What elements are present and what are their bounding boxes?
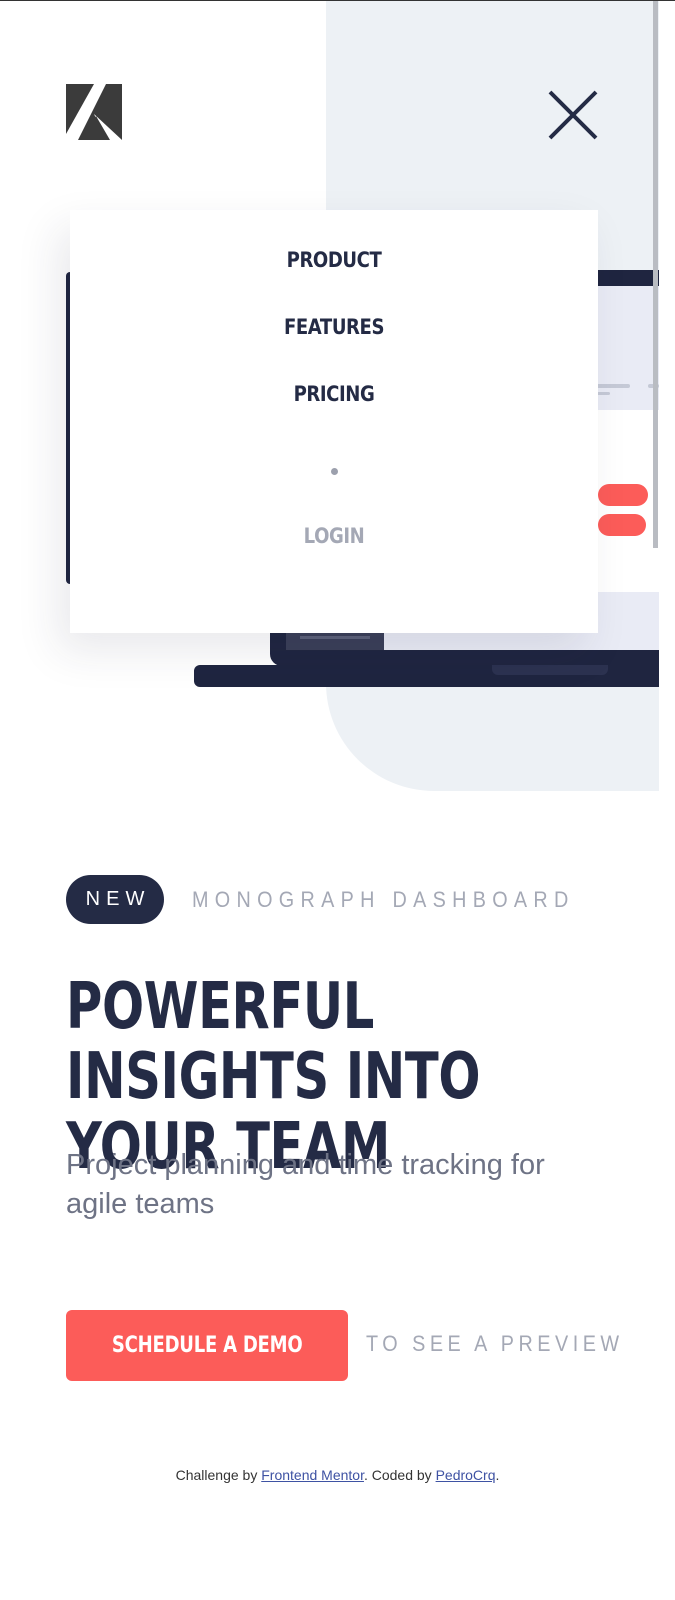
subheadline: Project planning and time tracking for a…	[66, 1149, 545, 1220]
product-tag: MONOGRAPH DASHBOARD	[192, 887, 575, 912]
menu-item-login[interactable]: LOGIN	[107, 524, 561, 548]
frontend-mentor-link[interactable]: Frontend Mentor	[261, 1467, 364, 1483]
menu-divider-dot	[331, 468, 338, 475]
schedule-demo-label: SCHEDULE A DEMO	[111, 1333, 303, 1358]
monograph-logo-icon[interactable]	[66, 84, 122, 140]
menu-item-pricing[interactable]: PRICING	[107, 382, 561, 406]
attribution-suffix: .	[495, 1467, 500, 1483]
menu-item-product[interactable]: PRODUCT	[107, 248, 561, 272]
menu-item-features[interactable]: FEATURES	[107, 315, 561, 339]
scrollbar[interactable]	[653, 1, 658, 548]
new-badge: NEW	[66, 875, 164, 924]
cta-note: TO SEE A PREVIEW	[366, 1331, 624, 1356]
close-icon[interactable]	[546, 88, 600, 142]
mobile-menu: PRODUCT FEATURES PRICING LOGIN	[70, 210, 598, 633]
attribution: Challenge by Frontend Mentor. Coded by P…	[0, 1467, 675, 1483]
attribution-middle: . Coded by	[363, 1467, 432, 1483]
schedule-demo-button[interactable]: SCHEDULE A DEMO	[66, 1310, 348, 1381]
attribution-prefix: Challenge by	[175, 1467, 258, 1483]
author-link[interactable]: PedroCrq	[436, 1467, 496, 1483]
